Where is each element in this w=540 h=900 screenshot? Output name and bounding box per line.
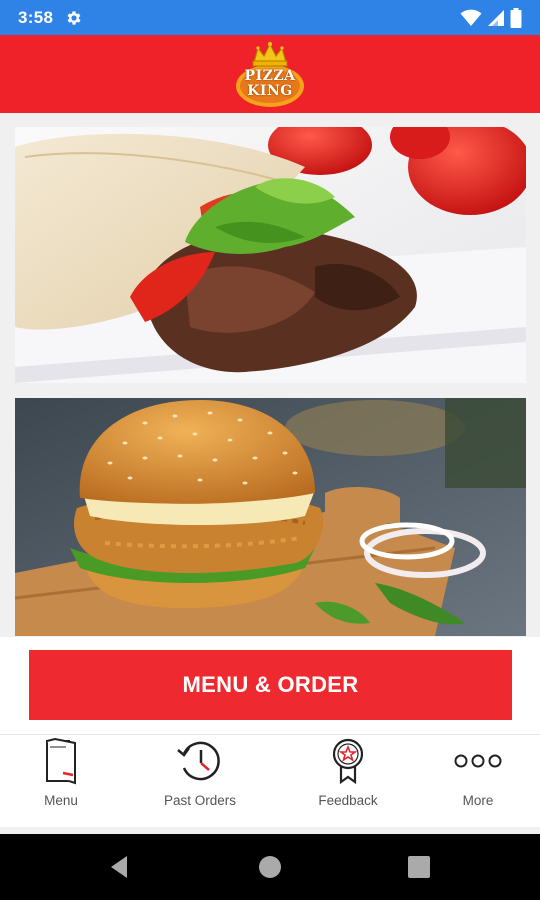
- tab-more[interactable]: More: [413, 735, 540, 828]
- more-dots-icon: [448, 735, 508, 787]
- recents-icon[interactable]: [406, 854, 432, 880]
- status-time: 3:58: [18, 7, 54, 27]
- menu-book-icon: [31, 735, 91, 787]
- tab-menu-label: Menu: [44, 793, 78, 808]
- tab-feedback-label: Feedback: [318, 793, 378, 808]
- kebab-wrap-image[interactable]: [15, 127, 526, 383]
- app-header: PIZZA KING: [0, 35, 540, 113]
- wifi-icon: [460, 9, 482, 26]
- bottom-divider: [0, 827, 540, 834]
- tab-menu[interactable]: Menu: [0, 735, 126, 828]
- brand-logo[interactable]: PIZZA KING: [234, 40, 306, 108]
- menu-order-button[interactable]: MENU & ORDER: [29, 650, 512, 720]
- gear-icon: [67, 10, 81, 25]
- award-badge-icon: [318, 735, 378, 787]
- home-icon[interactable]: [257, 854, 283, 880]
- system-nav-bar: [0, 834, 540, 900]
- battery-icon: [510, 7, 522, 28]
- logo-text-king: KING: [247, 83, 293, 99]
- history-clock-icon: [170, 735, 230, 787]
- status-bar: 3:58: [0, 0, 540, 35]
- tab-feedback[interactable]: Feedback: [283, 735, 413, 828]
- logo-text-pizza: PIZZA: [244, 68, 296, 84]
- status-icons: [460, 7, 522, 28]
- tab-past-orders[interactable]: Past Orders: [135, 735, 265, 828]
- tab-more-label: More: [462, 793, 494, 808]
- promo-content: [0, 113, 540, 637]
- back-icon[interactable]: [107, 854, 133, 880]
- signal-icon: [488, 9, 504, 26]
- order-action-area: MENU & ORDER: [0, 637, 540, 734]
- bottom-tab-bar: Menu Past Orders Feedback More: [0, 734, 540, 827]
- chicken-burger-image[interactable]: [15, 398, 526, 636]
- tab-past-orders-label: Past Orders: [163, 793, 237, 808]
